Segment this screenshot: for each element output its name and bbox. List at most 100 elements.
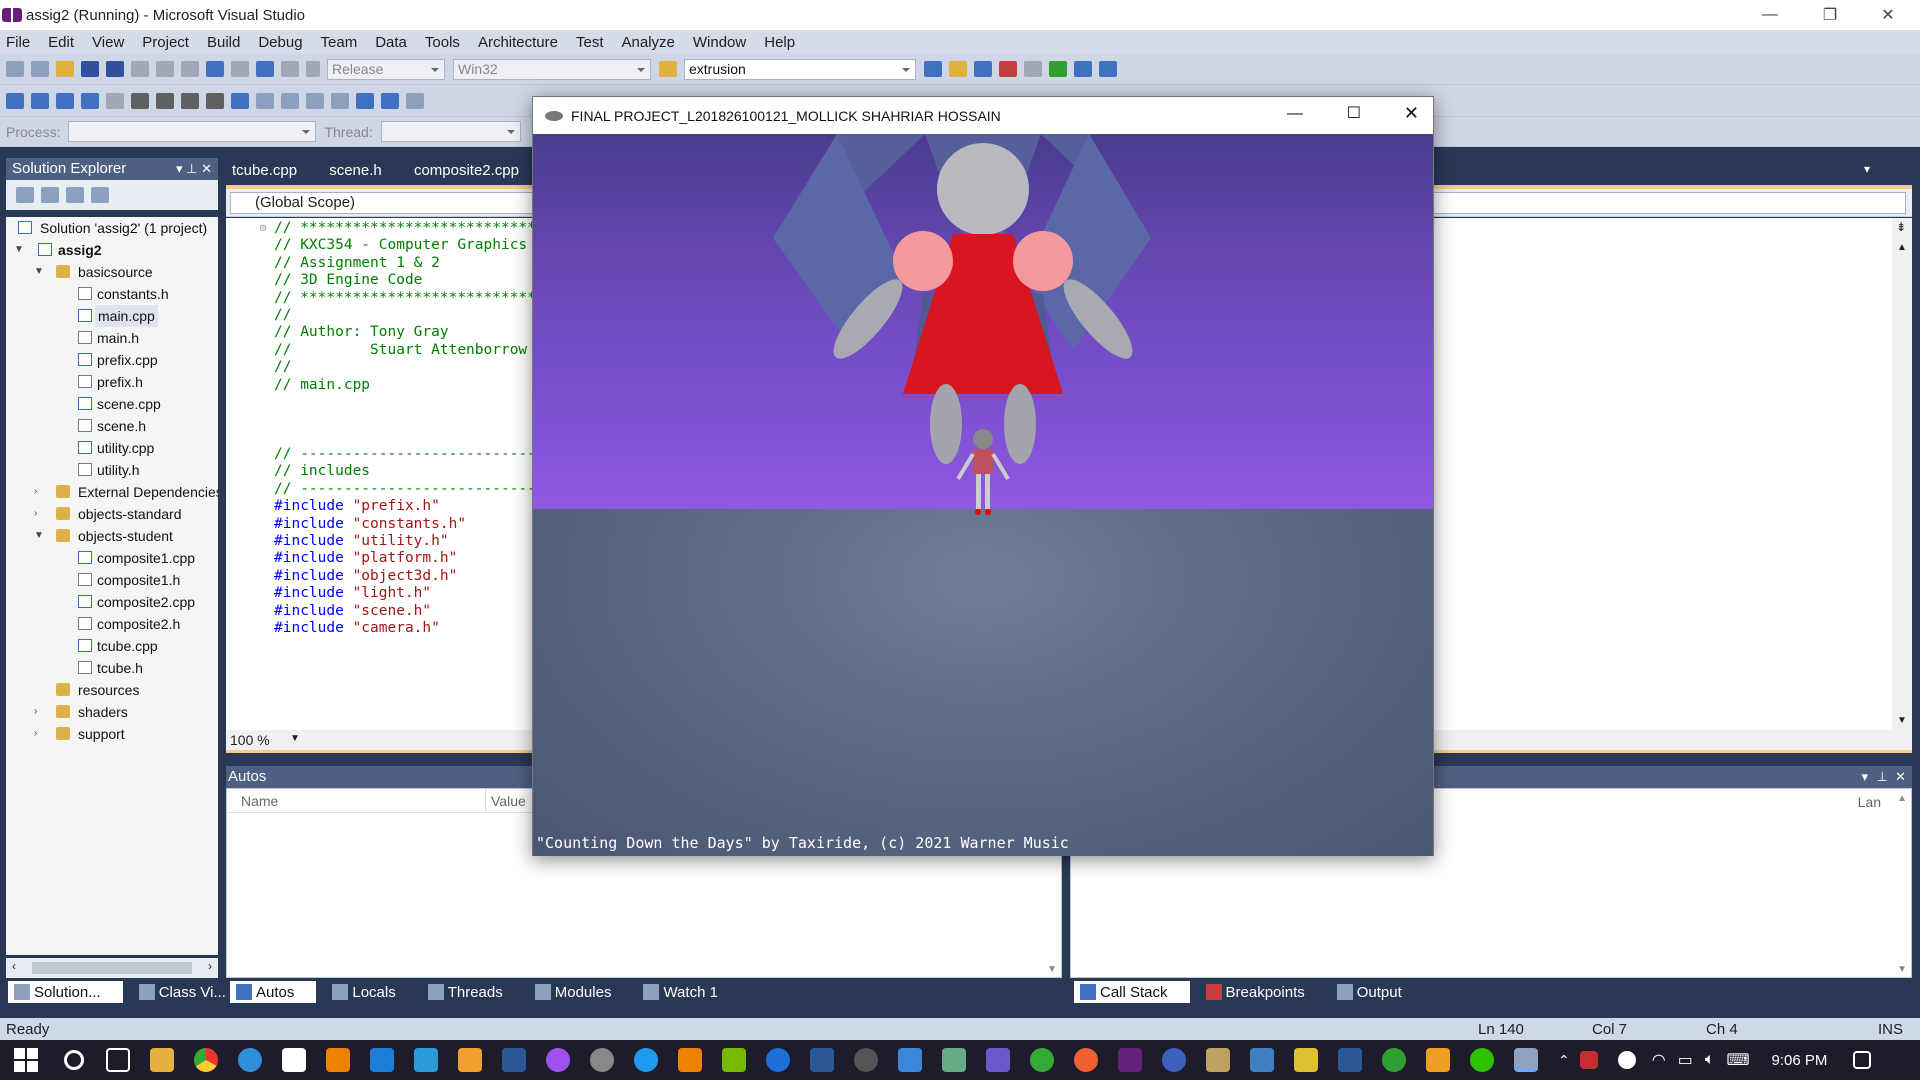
chrome-icon[interactable] bbox=[194, 1048, 218, 1072]
scroll-down-icon[interactable]: ▼ bbox=[1897, 715, 1907, 726]
battery-icon[interactable]: ▭ bbox=[1678, 1050, 1693, 1070]
object-browser-icon[interactable] bbox=[974, 61, 992, 77]
code-line[interactable]: // includes bbox=[274, 463, 545, 480]
horizontal-scrollbar[interactable]: ‹ › bbox=[6, 958, 218, 978]
code-line[interactable]: #include "utility.h" bbox=[274, 533, 545, 550]
close-panel-icon[interactable]: ✕ bbox=[201, 161, 212, 176]
app-icon[interactable] bbox=[1030, 1048, 1054, 1072]
tree-item-file[interactable]: composite2.h bbox=[6, 613, 218, 635]
tree-item-folder[interactable]: ▼ objects-student bbox=[6, 525, 218, 547]
save-all-icon[interactable] bbox=[106, 61, 124, 77]
code-line[interactable]: #include "platform.h" bbox=[274, 550, 545, 567]
menu-data[interactable]: Data bbox=[375, 34, 407, 51]
collapse-icon[interactable]: ⊟ bbox=[260, 223, 266, 234]
new-project-icon[interactable] bbox=[6, 61, 24, 77]
start-debugging-icon[interactable] bbox=[306, 61, 320, 77]
tree-item-file[interactable]: tcube.cpp bbox=[6, 635, 218, 657]
tab-autos[interactable]: Autos bbox=[230, 981, 317, 1003]
word-icon-2[interactable] bbox=[1338, 1048, 1362, 1072]
utorrent-icon[interactable] bbox=[1382, 1048, 1406, 1072]
network-app-icon[interactable] bbox=[1250, 1048, 1274, 1072]
tree-item-folder[interactable]: › objects-standard bbox=[6, 503, 218, 525]
zoom-app-icon[interactable] bbox=[634, 1048, 658, 1072]
dropdown-icon[interactable]: ▾ bbox=[1861, 766, 1868, 788]
increase-indent-icon[interactable] bbox=[156, 92, 174, 109]
zoom-combo[interactable]: 100 % bbox=[230, 732, 270, 748]
tab-locals[interactable]: Locals bbox=[332, 984, 411, 1001]
messenger-icon[interactable] bbox=[546, 1048, 570, 1072]
find-combo[interactable]: extrusion bbox=[684, 58, 916, 80]
solution-explorer-icon[interactable] bbox=[924, 61, 942, 77]
edge-icon[interactable] bbox=[238, 1048, 262, 1072]
toolbox-icon[interactable] bbox=[999, 61, 1017, 77]
tab-modules[interactable]: Modules bbox=[534, 984, 628, 1001]
column-language[interactable]: Lan bbox=[1858, 794, 1881, 810]
tree-item-file[interactable]: scene.cpp bbox=[6, 393, 218, 415]
clock[interactable]: 9:06 PM bbox=[1772, 1052, 1828, 1069]
code-line[interactable]: // **************************** bbox=[274, 290, 545, 307]
tree-item-file[interactable]: utility.h bbox=[6, 459, 218, 481]
code-line[interactable]: // main.cpp bbox=[274, 377, 545, 394]
class-diagram-icon[interactable] bbox=[91, 187, 109, 203]
tree-item-file[interactable]: composite2.cpp bbox=[6, 591, 218, 613]
running-app-icon[interactable] bbox=[1514, 1048, 1538, 1072]
code-line[interactable]: // ---------------------------- bbox=[274, 446, 545, 463]
tree-item-file[interactable]: prefix.cpp bbox=[6, 349, 218, 371]
menu-debug[interactable]: Debug bbox=[258, 34, 302, 51]
notes-icon[interactable] bbox=[458, 1048, 482, 1072]
code-line[interactable]: // 3D Engine Code bbox=[274, 272, 545, 289]
keyboard-icon[interactable]: ⌨ bbox=[1726, 1050, 1749, 1070]
scroll-right-icon[interactable]: › bbox=[208, 959, 212, 973]
tab-overflow-icon[interactable]: ▾ bbox=[1864, 162, 1870, 176]
tree-item-folder[interactable]: › support bbox=[6, 723, 218, 745]
menu-view[interactable]: View bbox=[92, 34, 124, 51]
open-file-icon[interactable] bbox=[56, 61, 74, 77]
minimize-icon[interactable]: — bbox=[1287, 105, 1303, 123]
tree-item-file[interactable]: scene.h bbox=[6, 415, 218, 437]
code-line[interactable] bbox=[274, 411, 545, 428]
code-line[interactable]: // bbox=[274, 307, 545, 324]
menu-build[interactable]: Build bbox=[207, 34, 240, 51]
tab-call-stack[interactable]: Call Stack bbox=[1074, 981, 1190, 1003]
notifications-icon[interactable] bbox=[1853, 1051, 1872, 1069]
tab-watch[interactable]: Watch 1 bbox=[643, 984, 733, 1001]
tab-composite2-cpp[interactable]: composite2.cpp bbox=[414, 162, 519, 179]
navigate-backward-icon[interactable] bbox=[256, 61, 274, 77]
tab-breakpoints[interactable]: Breakpoints bbox=[1205, 984, 1321, 1001]
sticky-icon[interactable] bbox=[1294, 1048, 1318, 1072]
next-bookmark-icon[interactable] bbox=[281, 92, 299, 109]
android-studio-icon[interactable] bbox=[1426, 1048, 1450, 1072]
add-item-icon[interactable] bbox=[31, 61, 49, 77]
code-line[interactable]: #include "constants.h" bbox=[274, 516, 545, 533]
comment-icon[interactable] bbox=[181, 92, 199, 109]
column-value[interactable]: Value bbox=[491, 793, 526, 809]
code-line[interactable]: // Stuart Attenborrow bbox=[274, 342, 545, 359]
menu-tools[interactable]: Tools bbox=[425, 34, 460, 51]
tab-tcube-cpp[interactable]: tcube.cpp bbox=[232, 162, 297, 179]
display-word-icon[interactable] bbox=[106, 92, 124, 109]
tray-app-icon[interactable] bbox=[1579, 1051, 1598, 1069]
code-line[interactable] bbox=[274, 429, 545, 446]
uncomment-icon[interactable] bbox=[206, 92, 224, 109]
refresh-icon[interactable] bbox=[66, 187, 84, 203]
wechat-icon[interactable] bbox=[1470, 1048, 1494, 1072]
properties-icon[interactable] bbox=[16, 187, 34, 203]
scroll-down-icon[interactable]: ▼ bbox=[1047, 964, 1057, 975]
navigate-forward-icon[interactable] bbox=[281, 61, 299, 77]
minimize-icon[interactable]: — bbox=[1740, 0, 1800, 30]
extension-manager-icon[interactable] bbox=[1049, 61, 1067, 77]
scroll-up-icon[interactable]: ▲ bbox=[1897, 242, 1907, 253]
tray-chevron-icon[interactable]: ⌃ bbox=[1558, 1052, 1570, 1069]
tree-item-file[interactable]: main.h bbox=[6, 327, 218, 349]
nvidia-icon[interactable] bbox=[722, 1048, 746, 1072]
menu-team[interactable]: Team bbox=[321, 34, 358, 51]
properties-icon[interactable] bbox=[949, 61, 967, 77]
notepad-icon[interactable] bbox=[942, 1048, 966, 1072]
menu-edit[interactable]: Edit bbox=[48, 34, 74, 51]
scroll-left-icon[interactable]: ‹ bbox=[12, 959, 16, 973]
photos-icon[interactable] bbox=[414, 1048, 438, 1072]
tree-item-project[interactable]: ▼ assig2 bbox=[6, 239, 218, 261]
code-line[interactable]: // Assignment 1 & 2 bbox=[274, 255, 545, 272]
code-line[interactable]: // **************************** bbox=[274, 220, 545, 237]
thread-combo[interactable] bbox=[380, 121, 521, 142]
